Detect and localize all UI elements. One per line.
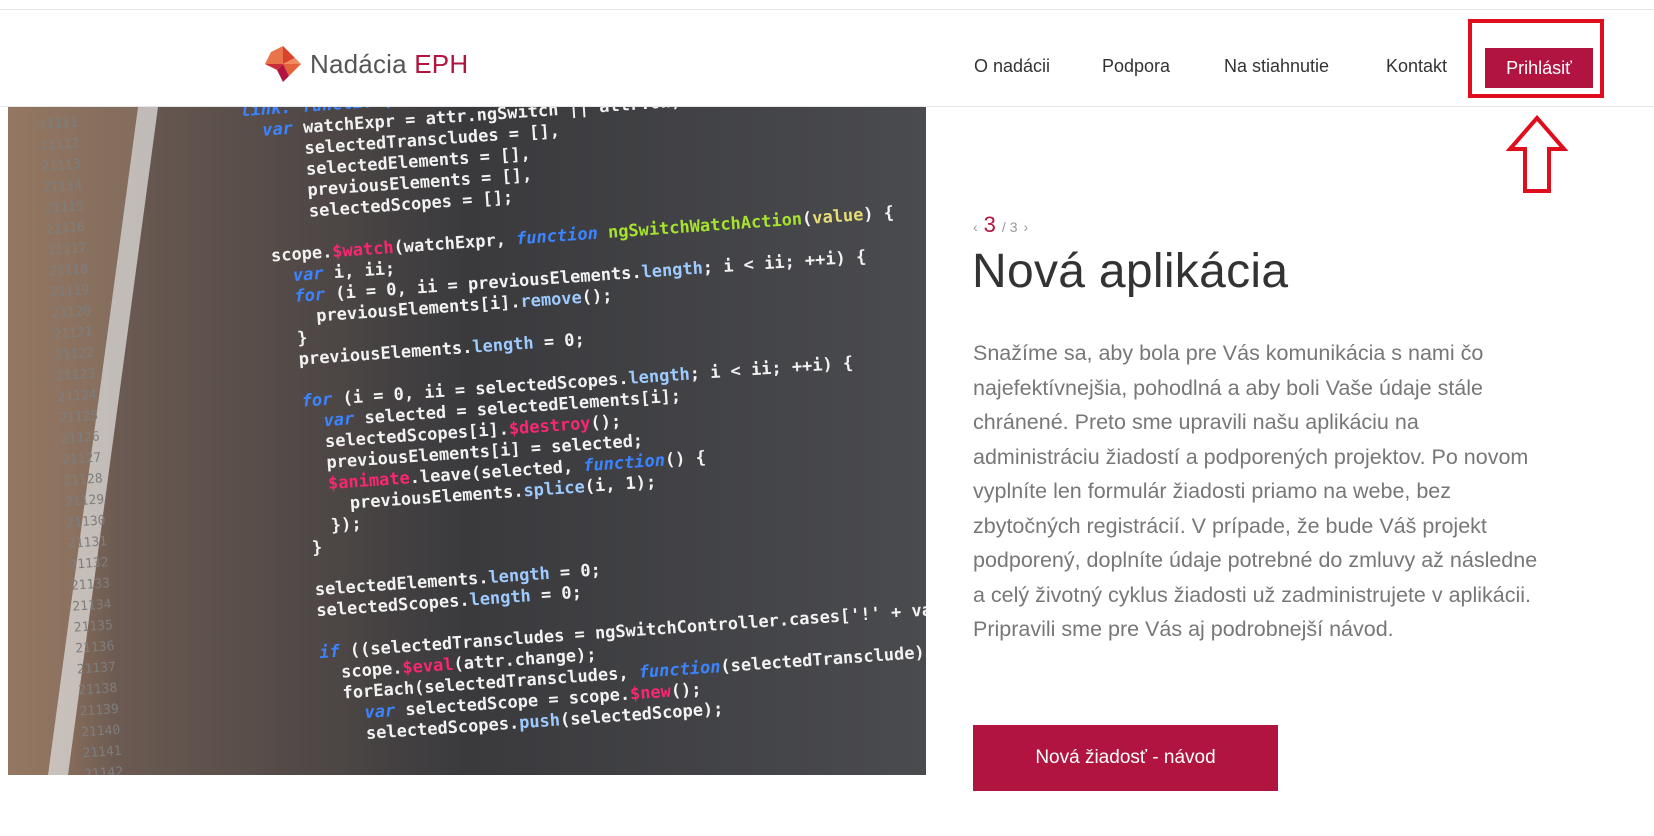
logo-diamond-icon bbox=[262, 43, 304, 85]
slider-pagination: ‹ 3 / 3 › bbox=[973, 212, 1028, 238]
slider-prev-icon[interactable]: ‹ bbox=[973, 219, 978, 235]
nav-na-stiahnutie[interactable]: Na stiahnutie bbox=[1224, 56, 1329, 77]
nav-kontakt[interactable]: Kontakt bbox=[1386, 56, 1447, 77]
browser-top-edge bbox=[0, 0, 1654, 10]
logo-text: Nadácia EPH bbox=[310, 49, 468, 80]
login-highlight-box bbox=[1468, 19, 1604, 98]
slider-total: / 3 bbox=[1001, 219, 1018, 235]
slider-current: 3 bbox=[983, 212, 996, 237]
hero-code-image: 21111 21112 21113 21114 21115 21116 2111… bbox=[8, 107, 926, 775]
slider-next-icon[interactable]: › bbox=[1024, 219, 1029, 235]
logo-accent: EPH bbox=[414, 48, 469, 79]
slide-description: Snažíme sa, aby bola pre Vás komunikácia… bbox=[973, 341, 1538, 641]
site-header: Nadácia EPH O nadácii Podpora Na stiahnu… bbox=[0, 10, 1654, 107]
code-snippet: link: function(scope, element, attr, ngS… bbox=[159, 107, 926, 756]
arrow-up-icon bbox=[1505, 114, 1569, 200]
logo-name: Nadácia bbox=[310, 48, 407, 79]
slide-title: Nová aplikácia bbox=[972, 245, 1289, 298]
new-application-guide-button[interactable]: Nová žiadosť - návod bbox=[973, 725, 1278, 791]
nav-o-nadacii[interactable]: O nadácii bbox=[974, 56, 1050, 77]
nav-podpora[interactable]: Podpora bbox=[1102, 56, 1170, 77]
site-logo[interactable]: Nadácia EPH bbox=[262, 42, 468, 86]
